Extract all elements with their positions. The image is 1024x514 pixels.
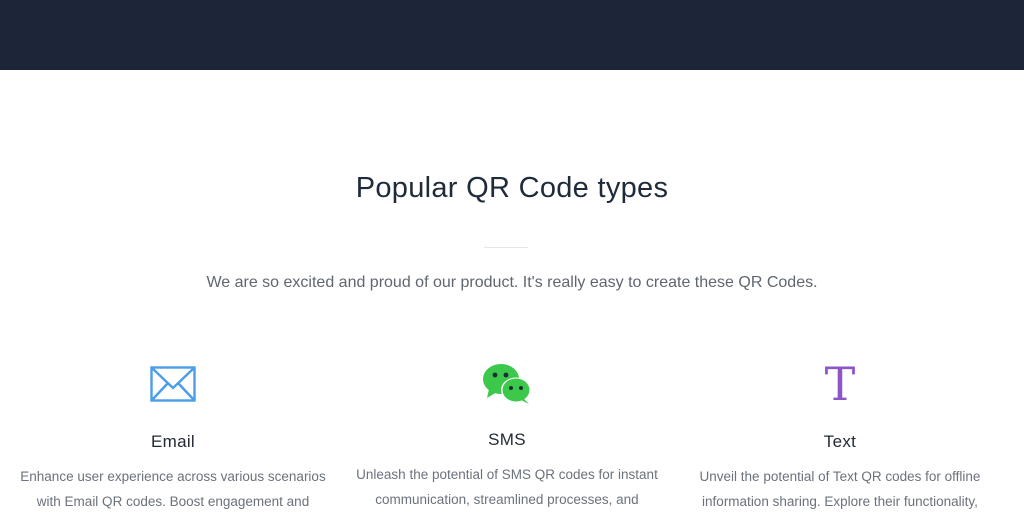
card-title: Text xyxy=(823,432,857,451)
card-description: Unveil the potential of Text QR codes fo… xyxy=(699,469,981,509)
qr-type-card-sms[interactable]: SMS Unleash the potential of SMS QR code… xyxy=(347,356,667,512)
title-divider xyxy=(484,247,528,248)
qr-type-card-text[interactable]: T Text Unveil the potential of Text QR c… xyxy=(680,356,1000,514)
card-description: Unleash the potential of SMS QR codes fo… xyxy=(356,467,658,507)
text-glyph: T xyxy=(824,357,856,411)
text-icon: T xyxy=(680,356,1000,412)
chat-bubbles-icon xyxy=(347,356,667,412)
envelope-icon xyxy=(13,356,333,412)
section-subtitle: We are so excited and proud of our produ… xyxy=(206,274,818,291)
card-title: Email xyxy=(150,432,195,451)
section-title: Popular QR Code types xyxy=(355,172,669,204)
qr-type-card-email[interactable]: Email Enhance user experience across var… xyxy=(13,356,333,514)
card-title: SMS xyxy=(488,430,526,449)
top-navigation-bar xyxy=(0,0,1024,70)
card-description: Enhance user experience across various s… xyxy=(20,469,326,509)
